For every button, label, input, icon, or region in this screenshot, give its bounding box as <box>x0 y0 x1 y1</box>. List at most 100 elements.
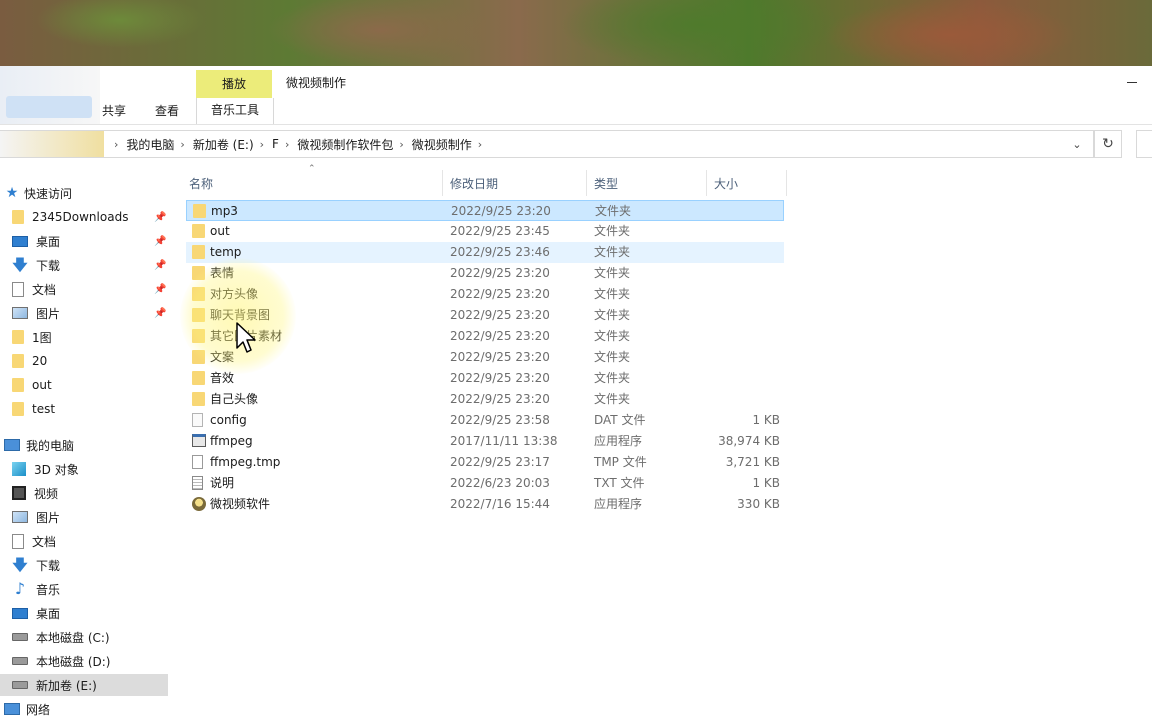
blurred-tab <box>6 96 92 118</box>
sidebar-item[interactable]: 本地磁盘 (C:) <box>0 626 168 648</box>
sidebar-item[interactable]: out <box>0 374 168 396</box>
sidebar-item[interactable]: 2345Downloads 📌 <box>0 206 168 228</box>
file-name: 自己头像 <box>210 392 259 406</box>
sidebar-item[interactable]: 3D 对象 <box>0 458 168 480</box>
sidebar-item-label: 文档 <box>32 282 57 297</box>
sidebar-item[interactable]: 桌面 <box>0 602 168 624</box>
file-type: 应用程序 <box>594 434 643 448</box>
file-date: 2022/9/25 23:20 <box>450 287 550 301</box>
file-name: mp3 <box>211 204 238 218</box>
refresh-button[interactable]: ↻ <box>1094 130 1122 158</box>
minimize-button[interactable] <box>1122 70 1142 90</box>
file-name: 其它图片素材 <box>210 329 283 343</box>
breadcrumb-item[interactable]: 新加卷 (E:) <box>193 136 254 153</box>
sidebar-item[interactable]: 新加卷 (E:) <box>0 674 168 696</box>
sidebar-item[interactable]: 视频 <box>0 482 168 504</box>
file-row[interactable]: 微视频软件 2022/7/16 15:44 应用程序 330 KB <box>186 494 784 515</box>
sidebar-item-network[interactable]: 网络 <box>0 698 168 720</box>
file-row[interactable]: 说明 2022/6/23 20:03 TXT 文件 1 KB <box>186 473 784 494</box>
breadcrumb-item[interactable]: 我的电脑 <box>126 136 174 153</box>
file-size: 38,974 KB <box>718 434 780 448</box>
computer-icon <box>4 439 20 451</box>
file-row[interactable]: ffmpeg.tmp 2022/9/25 23:17 TMP 文件 3,721 KB <box>186 452 784 473</box>
sidebar-item[interactable]: 20 <box>0 350 168 372</box>
sidebar-item[interactable]: 文档 📌 <box>0 278 168 300</box>
file-type: 文件夹 <box>594 329 631 343</box>
sidebar-item[interactable]: 1图 <box>0 326 168 348</box>
folder-icon <box>192 266 205 280</box>
drive-icon <box>12 681 28 689</box>
file-row[interactable]: out 2022/9/25 23:45 文件夹 <box>186 221 784 242</box>
sidebar-item[interactable]: 图片 📌 <box>0 302 168 324</box>
file-row[interactable]: 对方头像 2022/9/25 23:20 文件夹 <box>186 284 784 305</box>
file-row[interactable]: 表情 2022/9/25 23:20 文件夹 <box>186 263 784 284</box>
file-row[interactable]: mp3 2022/9/25 23:20 文件夹 <box>186 200 784 221</box>
column-header-size[interactable]: 大小 <box>714 170 738 196</box>
column-divider[interactable] <box>706 170 707 196</box>
file-row[interactable]: 自己头像 2022/9/25 23:20 文件夹 <box>186 389 784 410</box>
folder-icon <box>192 371 205 385</box>
sidebar-item-quick-access[interactable]: ★ 快速访问 <box>0 182 168 204</box>
sidebar-item-label: 下载 <box>36 258 61 273</box>
folder-icon <box>192 245 205 259</box>
file-row[interactable]: 文案 2022/9/25 23:20 文件夹 <box>186 347 784 368</box>
tab-view[interactable]: 查看 <box>155 102 179 119</box>
pin-icon[interactable]: 📌 <box>154 260 166 271</box>
column-header-name[interactable]: 名称 <box>189 170 213 196</box>
sidebar-item-label: 新加卷 (E:) <box>36 678 97 693</box>
file-type: 文件夹 <box>594 392 631 406</box>
folder-icon <box>12 378 24 392</box>
sidebar-item[interactable]: 本地磁盘 (D:) <box>0 650 168 672</box>
search-input[interactable] <box>1136 130 1152 158</box>
sidebar-item[interactable]: 文档 <box>0 530 168 552</box>
folder-icon <box>12 354 24 368</box>
download-icon: 🡇 <box>12 256 28 274</box>
tab-music-tools[interactable]: 音乐工具 <box>196 98 274 124</box>
folder-icon <box>12 402 24 416</box>
breadcrumb-item[interactable]: 微视频制作 <box>412 136 472 153</box>
column-divider[interactable] <box>586 170 587 196</box>
file-row[interactable]: ffmpeg 2017/11/11 13:38 应用程序 38,974 KB <box>186 431 784 452</box>
pin-icon[interactable]: 📌 <box>154 212 166 223</box>
sidebar-item[interactable]: test <box>0 398 168 420</box>
file-type: 文件夹 <box>594 266 631 280</box>
file-name: 文案 <box>210 350 235 364</box>
pin-icon[interactable]: 📌 <box>154 236 166 247</box>
breadcrumb-separator-icon: › <box>259 137 265 151</box>
breadcrumb-item[interactable]: 微视频制作软件包 <box>297 136 393 153</box>
file-row[interactable]: temp 2022/9/25 23:46 文件夹 <box>186 242 784 263</box>
sidebar-item-this-pc[interactable]: 我的电脑 <box>0 434 168 456</box>
sidebar-item-label: 网络 <box>26 702 51 717</box>
file-row[interactable]: 聊天背景图 2022/9/25 23:20 文件夹 <box>186 305 784 326</box>
drive-icon <box>12 657 28 665</box>
sidebar-item[interactable]: 🡇 下载 📌 <box>0 254 168 276</box>
file-date: 2022/9/25 23:20 <box>450 350 550 364</box>
picture-icon <box>12 511 28 523</box>
column-header-type[interactable]: 类型 <box>594 170 618 196</box>
address-bar[interactable]: › 我的电脑 › 新加卷 (E:) › F › 微视频制作软件包 › 微视频制作… <box>0 130 1094 158</box>
column-divider[interactable] <box>442 170 443 196</box>
breadcrumb-item[interactable]: F <box>272 137 279 151</box>
chevron-down-icon[interactable]: ⌄ <box>1065 131 1089 157</box>
file-name: 表情 <box>210 266 235 280</box>
column-divider[interactable] <box>786 170 787 196</box>
file-row[interactable]: 其它图片素材 2022/9/25 23:20 文件夹 <box>186 326 784 347</box>
file-type: 文件夹 <box>594 371 631 385</box>
file-row[interactable]: config 2022/9/25 23:58 DAT 文件 1 KB <box>186 410 784 431</box>
sidebar-item[interactable]: 图片 <box>0 506 168 528</box>
sidebar-item[interactable]: 桌面 📌 <box>0 230 168 252</box>
file-row[interactable]: 音效 2022/9/25 23:20 文件夹 <box>186 368 784 389</box>
column-header-date[interactable]: 修改日期 <box>450 170 498 196</box>
pin-icon[interactable]: 📌 <box>154 308 166 319</box>
file-name: 聊天背景图 <box>210 308 271 322</box>
pin-icon[interactable]: 📌 <box>154 284 166 295</box>
file-type: TXT 文件 <box>594 476 645 490</box>
breadcrumb-separator-icon: › <box>180 137 185 151</box>
file-name: 说明 <box>210 476 235 490</box>
sidebar-item-label: 文档 <box>32 534 57 549</box>
sidebar-item[interactable]: 🡇 下载 <box>0 554 168 576</box>
context-tab-header[interactable]: 播放 <box>196 70 272 98</box>
sidebar-item[interactable]: ♪ 音乐 <box>0 578 168 600</box>
tab-share[interactable]: 共享 <box>102 102 126 119</box>
refresh-icon: ↻ <box>1102 136 1114 152</box>
